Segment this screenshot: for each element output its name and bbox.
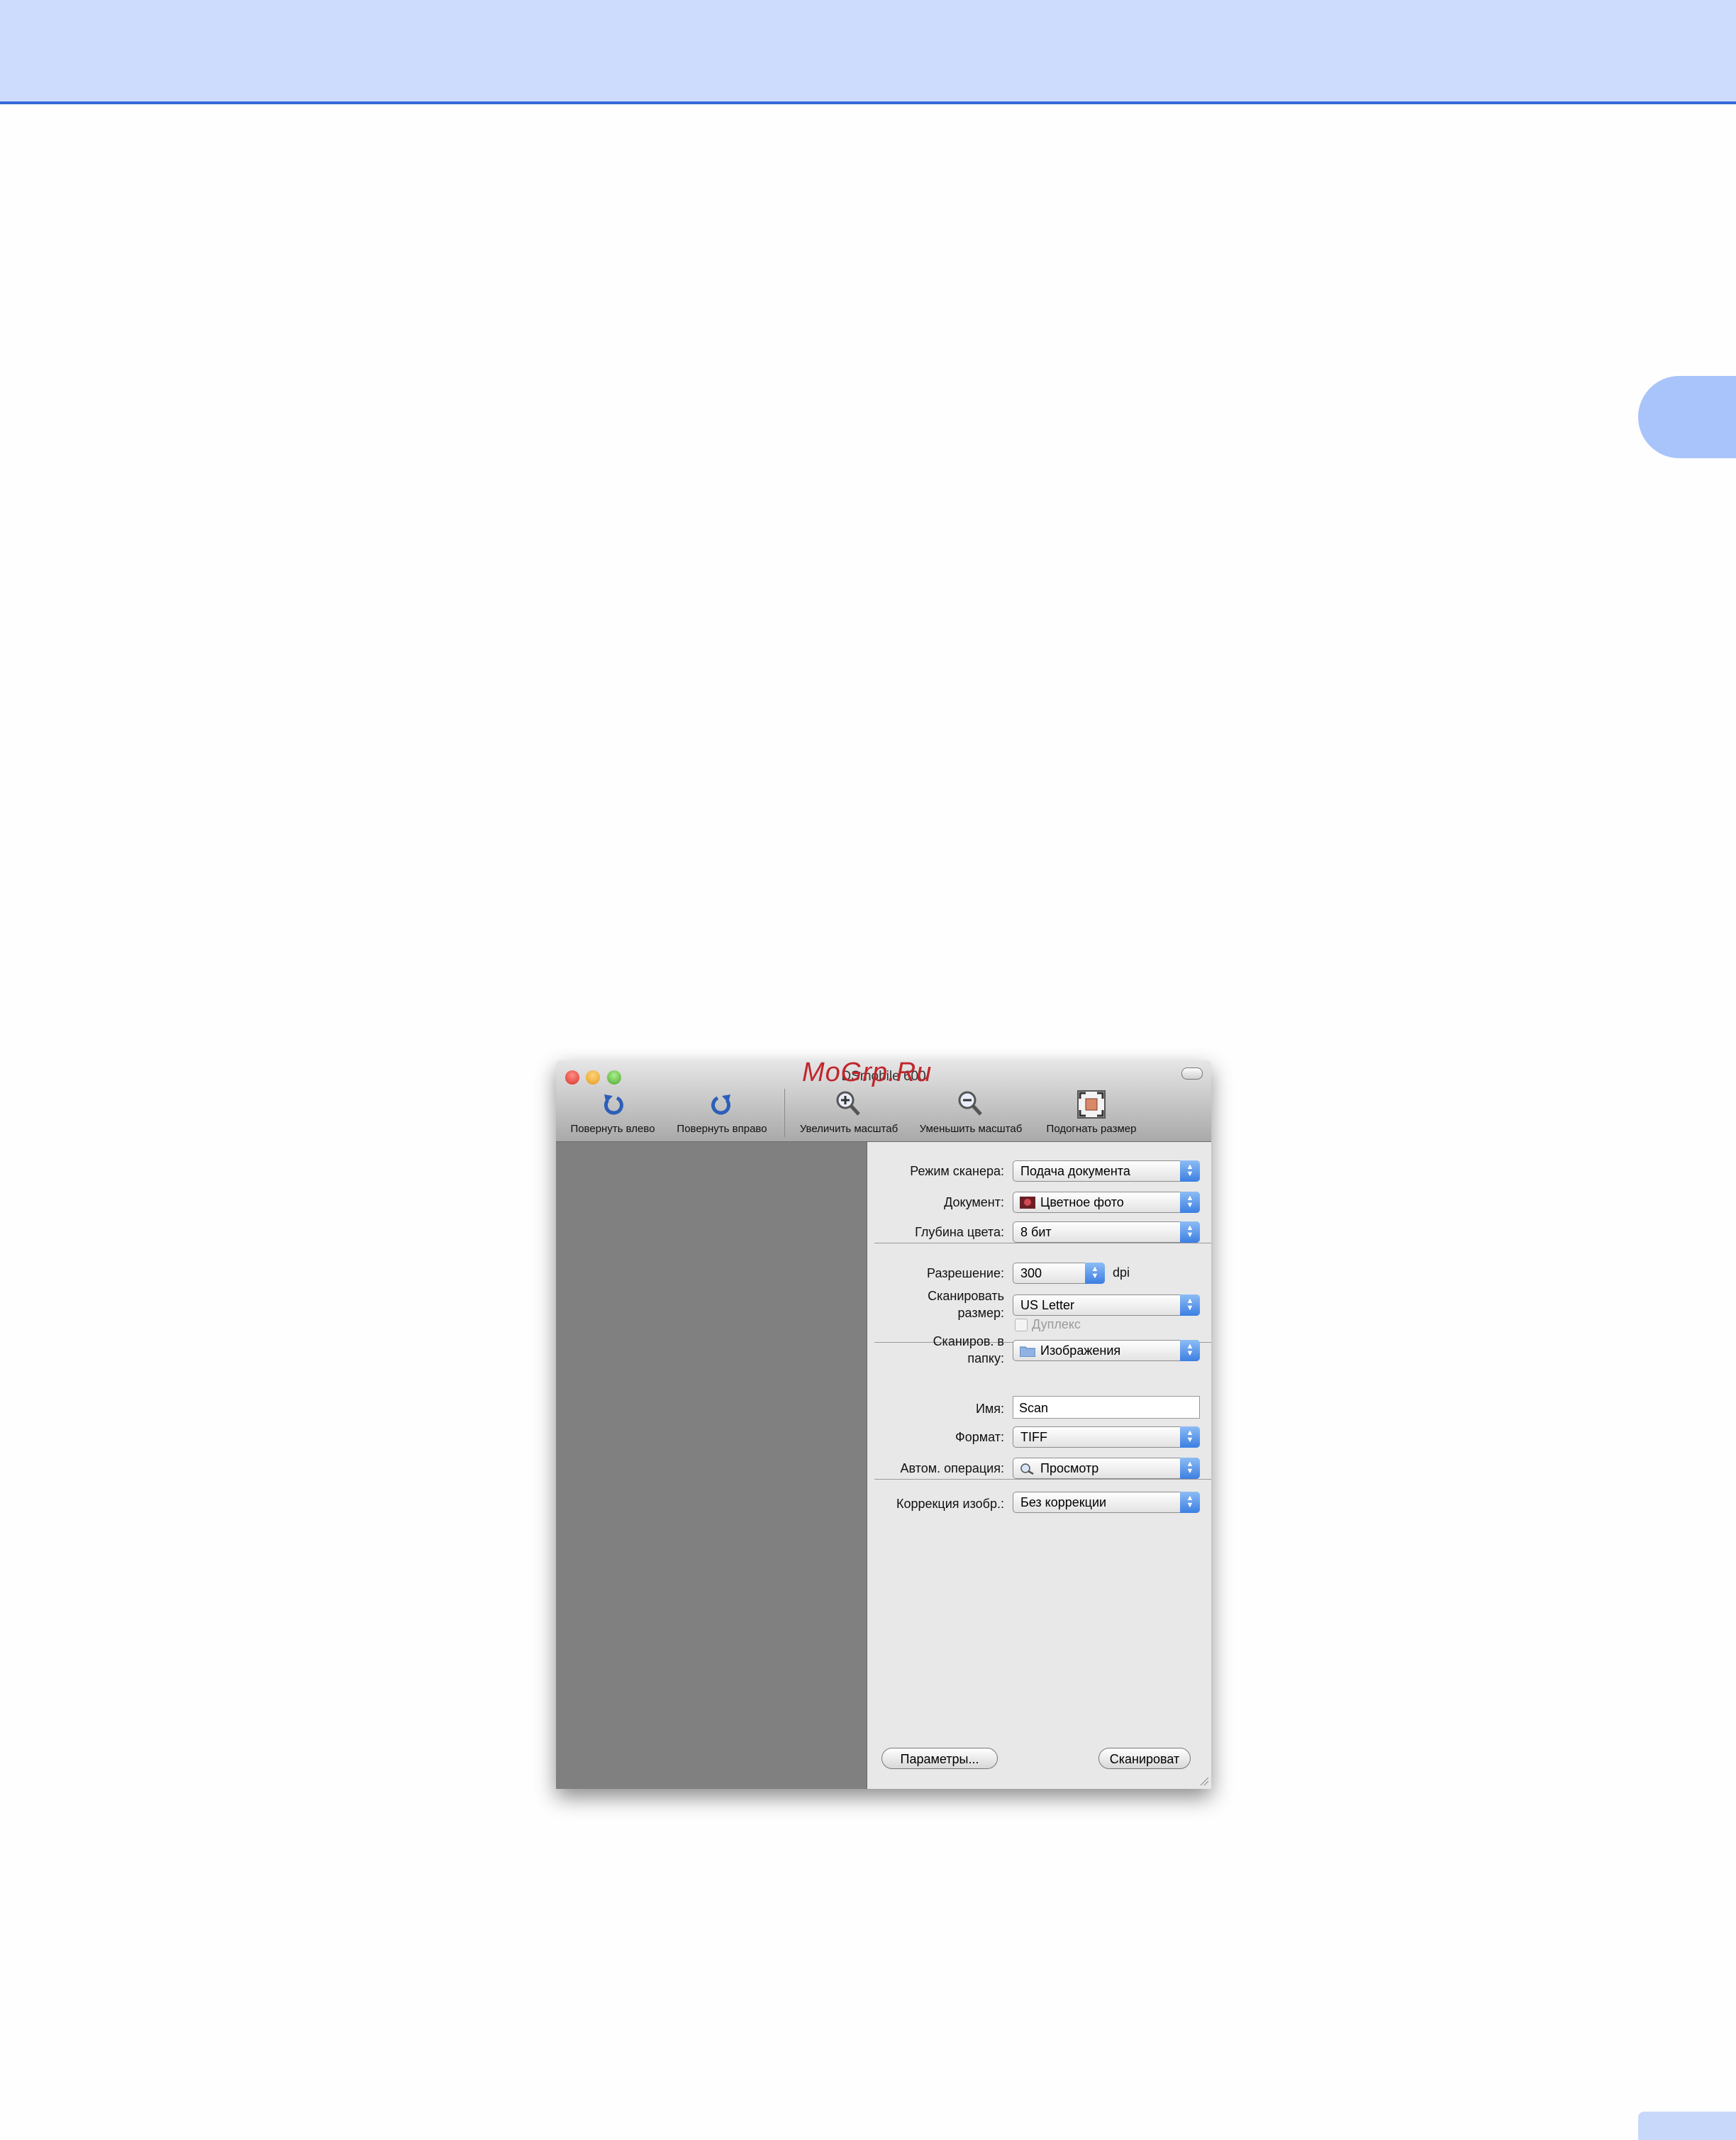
rotate-left-label: Повернуть влево <box>570 1123 655 1135</box>
popup-arrows-icon: ▲ ▼ <box>1180 1294 1200 1316</box>
auto-operation-value: Просмотр <box>1040 1461 1099 1475</box>
toolbar-toggle-button[interactable] <box>1181 1068 1203 1080</box>
scan-size-label-line2: размер: <box>957 1306 1004 1320</box>
scanner-mode-label: Режим сканера: <box>910 1164 1004 1178</box>
format-label: Формат: <box>955 1430 1004 1444</box>
name-input[interactable]: Scan <box>1013 1396 1200 1419</box>
color-depth-value: 8 бит <box>1020 1225 1052 1239</box>
fit-size-label: Подогнать размер <box>1046 1123 1137 1135</box>
zoom-in-label: Увеличить масштаб <box>799 1123 898 1135</box>
resolution-label: Разрешение: <box>927 1266 1004 1280</box>
rotate-right-label: Повернуть вправо <box>677 1123 767 1135</box>
duplex-checkbox[interactable] <box>1015 1319 1028 1331</box>
popup-arrows-icon: ▲ ▼ <box>1180 1426 1200 1448</box>
rotate-left-icon <box>603 1094 623 1115</box>
name-label: Имя: <box>975 1402 1004 1416</box>
auto-operation-label: Автом. операция: <box>900 1461 1004 1475</box>
popup-arrows-icon: ▲ ▼ <box>1180 1160 1200 1182</box>
scan-preview-area[interactable] <box>556 1142 867 1789</box>
scan-folder-label-line2: папку: <box>967 1351 1004 1365</box>
format-select[interactable]: TIFF ▲ ▼ <box>1013 1426 1200 1448</box>
image-correction-label: Коррекция изобр.: <box>896 1497 1004 1511</box>
scan-size-select[interactable]: US Letter ▲ ▼ <box>1013 1294 1200 1316</box>
popup-arrows-icon: ▲ ▼ <box>1180 1458 1200 1479</box>
scanner-window: DSmobile 600 MoGrp.Ru Повернуть влево По… <box>556 1060 1211 1789</box>
resolution-select[interactable]: 300 ▲ ▼ <box>1013 1263 1105 1284</box>
folder-icon <box>1020 1346 1035 1357</box>
resolution-value: 300 <box>1020 1266 1042 1280</box>
scan-size-label-line1: Сканировать <box>928 1289 1004 1303</box>
divider <box>874 1479 1211 1480</box>
color-depth-select[interactable]: 8 бит ▲ ▼ <box>1013 1221 1200 1243</box>
document-select[interactable]: Цветное фото ▲ ▼ <box>1013 1192 1200 1213</box>
color-depth-label: Глубина цвета: <box>915 1225 1004 1239</box>
duplex-label: Дуплекс <box>1032 1317 1081 1331</box>
scan-size-value: US Letter <box>1020 1298 1075 1312</box>
zoom-out-label: Уменьшить масштаб <box>919 1123 1023 1135</box>
rotate-right-button[interactable]: Повернуть вправо <box>669 1089 774 1135</box>
image-correction-value: Без коррекции <box>1020 1495 1107 1509</box>
chapter-tab <box>1638 376 1736 458</box>
photo-icon <box>1020 1197 1035 1209</box>
scanner-mode-value: Подача документа <box>1020 1164 1130 1178</box>
page-header-band <box>0 0 1736 104</box>
zoom-in-button[interactable]: Увеличить масштаб <box>794 1089 903 1135</box>
zoom-in-icon <box>836 1091 860 1116</box>
popup-arrows-icon: ▲ ▼ <box>1180 1192 1200 1213</box>
scan-folder-select[interactable]: Изображения ▲ ▼ <box>1013 1340 1200 1361</box>
scan-button[interactable]: Сканироват <box>1098 1748 1191 1769</box>
rotate-right-icon <box>711 1094 731 1115</box>
scanner-mode-select[interactable]: Подача документа ▲ ▼ <box>1013 1160 1200 1182</box>
resize-grip-icon[interactable] <box>1198 1775 1209 1786</box>
preview-app-icon <box>1020 1463 1034 1475</box>
parameters-button[interactable]: Параметры... <box>881 1748 998 1769</box>
watermark: MoGrp.Ru <box>802 1060 933 1087</box>
popup-arrows-icon: ▲ ▼ <box>1085 1263 1105 1284</box>
settings-pane: Режим сканера: Подача документа ▲ ▼ Докум… <box>867 1142 1211 1789</box>
document-value: Цветное фото <box>1040 1195 1124 1209</box>
zoom-out-button[interactable]: Уменьшить масштаб <box>913 1089 1028 1135</box>
fit-size-button[interactable]: Подогнать размер <box>1038 1089 1145 1135</box>
rotate-left-button[interactable]: Повернуть влево <box>564 1089 661 1135</box>
document-label: Документ: <box>944 1195 1004 1209</box>
popup-arrows-icon: ▲ ▼ <box>1180 1340 1200 1361</box>
auto-operation-select[interactable]: Просмотр ▲ ▼ <box>1013 1458 1200 1479</box>
popup-arrows-icon: ▲ ▼ <box>1180 1221 1200 1243</box>
window-toolbar: DSmobile 600 MoGrp.Ru Повернуть влево По… <box>556 1060 1211 1142</box>
format-value: TIFF <box>1020 1430 1047 1444</box>
page-number-tab <box>1638 2112 1736 2140</box>
scan-folder-label-line1: Сканиров. в <box>933 1334 1004 1348</box>
resolution-unit: dpi <box>1113 1265 1130 1280</box>
popup-arrows-icon: ▲ ▼ <box>1180 1492 1200 1513</box>
scan-folder-value: Изображения <box>1040 1343 1121 1358</box>
toolbar-separator <box>784 1089 785 1137</box>
image-correction-select[interactable]: Без коррекции ▲ ▼ <box>1013 1492 1200 1513</box>
fit-size-icon <box>1077 1090 1106 1119</box>
zoom-out-icon <box>958 1091 982 1116</box>
